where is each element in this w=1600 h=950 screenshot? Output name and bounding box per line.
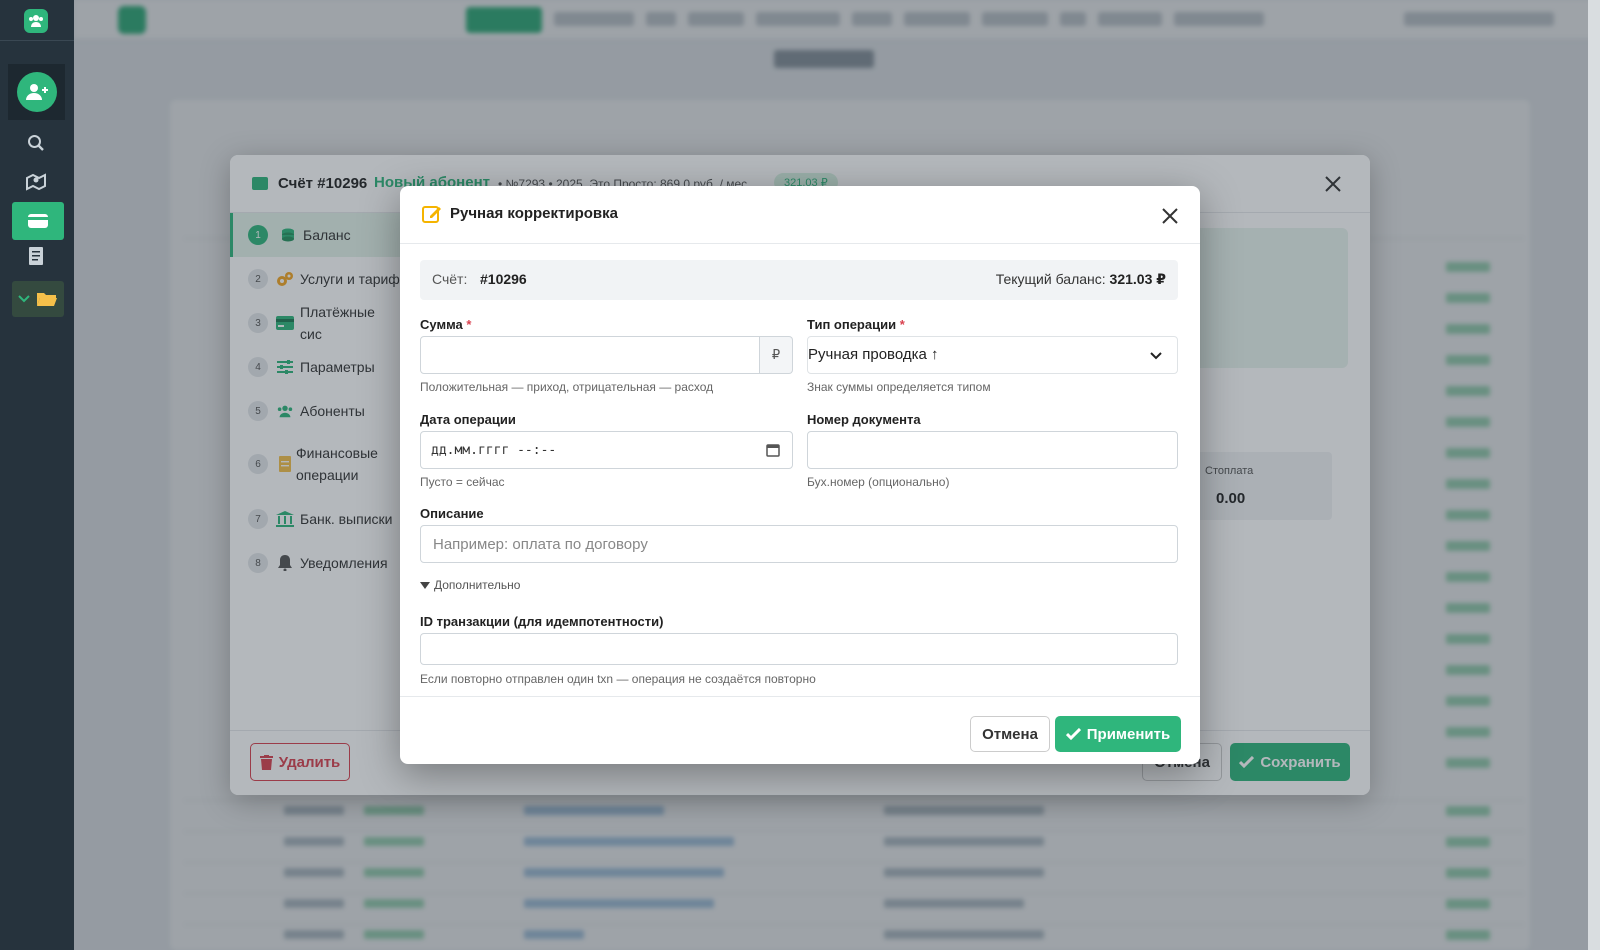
op-type-select[interactable]: Ручная проводка ↑ (807, 336, 1178, 374)
cancel-button[interactable]: Отмена (970, 716, 1050, 752)
modal-title: Ручная корректировка (450, 205, 618, 222)
op-type-label: Тип операции * (807, 317, 905, 332)
required-mark: * (899, 317, 905, 332)
op-date-placeholder: дд.мм.гггг --:-- (431, 443, 557, 458)
more-label: Дополнительно (434, 578, 521, 592)
map-icon[interactable] (22, 168, 50, 196)
txn-id-input[interactable] (420, 633, 1178, 665)
users-logo-icon[interactable] (24, 9, 48, 33)
description-label: Описание (420, 506, 484, 521)
wallet-icon[interactable] (12, 202, 64, 240)
manual-adjustment-modal: Ручная корректировка Счёт: #10296 Текущи… (400, 186, 1200, 764)
account-info-bar: Счёт: #10296 Текущий баланс: 321.03 ₽ (420, 260, 1178, 300)
doc-number-input[interactable] (807, 431, 1178, 469)
chevron-down-icon (1150, 352, 1162, 360)
modal-header: Ручная корректировка (400, 186, 1200, 244)
op-type-label-text: Тип операции (807, 317, 897, 332)
account-label: Счёт: (432, 271, 468, 287)
balance-value: 321.03 ₽ (1109, 271, 1166, 287)
op-date-label: Дата операции (420, 412, 516, 427)
amount-help: Положительная — приход, отрицательная — … (420, 380, 714, 394)
calendar-icon[interactable] (766, 443, 780, 457)
description-input[interactable]: Например: оплата по договору (420, 525, 1178, 563)
page-scrollbar[interactable] (1588, 0, 1600, 950)
op-date-input[interactable]: дд.мм.гггг --:-- (420, 431, 793, 469)
txn-id-help: Если повторно отправлен один txn — опера… (420, 672, 816, 686)
edit-icon (422, 206, 441, 223)
modal-footer: Отмена Применить (400, 696, 1200, 764)
op-type-help: Знак суммы определяется типом (807, 380, 991, 394)
balance-label: Текущий баланс: (995, 271, 1106, 287)
ruble-addon: ₽ (760, 336, 793, 374)
add-user-icon (16, 72, 57, 112)
doc-number-label: Номер документа (807, 412, 921, 427)
search-icon[interactable] (22, 129, 50, 157)
add-user-button[interactable] (8, 64, 65, 120)
folder-icon[interactable] (12, 281, 64, 317)
receipt-icon[interactable] (22, 242, 50, 270)
apply-button[interactable]: Применить (1055, 716, 1181, 752)
caret-down-icon (420, 581, 430, 589)
account-value: #10296 (480, 271, 527, 287)
sidebar-divider (0, 40, 74, 41)
left-sidebar (0, 0, 74, 950)
op-date-help: Пусто = сейчас (420, 475, 505, 489)
txn-id-label: ID транзакции (для идемпотентности) (420, 614, 664, 629)
amount-label: Сумма * (420, 317, 471, 332)
op-type-selected: Ручная проводка ↑ (808, 346, 939, 363)
description-placeholder: Например: оплата по договору (433, 536, 648, 553)
close-icon[interactable] (1154, 200, 1186, 232)
check-icon (1065, 728, 1081, 740)
amount-label-text: Сумма (420, 317, 463, 332)
amount-input[interactable] (420, 336, 760, 374)
doc-number-help: Бух.номер (опционально) (807, 475, 950, 489)
required-mark: * (466, 317, 472, 332)
current-balance: Текущий баланс: 321.03 ₽ (996, 271, 1166, 288)
apply-label: Применить (1086, 725, 1171, 743)
more-toggle[interactable]: Дополнительно (420, 578, 520, 592)
